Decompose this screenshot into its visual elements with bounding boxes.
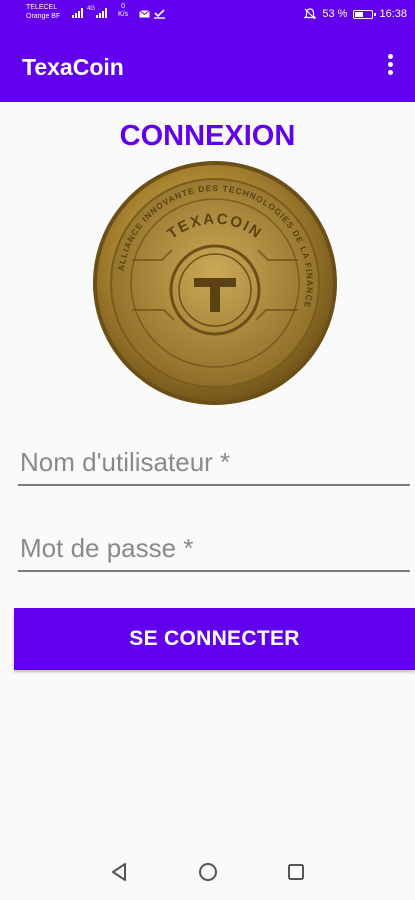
system-nav-bar <box>0 848 415 900</box>
app-title: TexaCoin <box>22 54 124 80</box>
more-vert-icon[interactable] <box>385 54 395 78</box>
network-type: 4G <box>87 6 96 12</box>
speed-value: 0 <box>121 3 126 10</box>
battery-icon <box>353 9 377 19</box>
status-right: 53 % 16:38 <box>304 8 407 20</box>
login-button[interactable]: SE CONNECTER <box>14 608 415 670</box>
app-bar: TexaCoin <box>0 30 415 102</box>
network-speed: 0 K/s <box>118 3 128 19</box>
password-field-wrapper <box>18 526 410 572</box>
battery-percent: 53 % <box>322 8 348 20</box>
mute-bell-icon <box>304 8 317 20</box>
home-circle-icon[interactable] <box>198 862 218 882</box>
username-input[interactable] <box>18 440 410 484</box>
signal-icon-1 <box>72 8 83 18</box>
page-title: CONNEXION <box>119 120 296 152</box>
username-field-wrapper <box>18 440 410 486</box>
status-bar: TELECEL Orange BF 4G 0 K/s 53 % 16:38 <box>0 0 415 30</box>
mail-icon <box>139 10 150 18</box>
texacoin-logo: ALLIANCE INNOVANTE DES TECHNOLOGIES DE L… <box>93 161 337 405</box>
clock: 16:38 <box>379 8 407 20</box>
recents-square-icon[interactable] <box>287 862 305 882</box>
carrier-1: TELECEL <box>26 4 58 11</box>
password-input[interactable] <box>18 526 410 570</box>
back-triangle-icon[interactable] <box>110 862 128 882</box>
signal-icon-2 <box>96 8 107 18</box>
carrier-2: Orange BF <box>26 13 61 20</box>
download-check-icon <box>154 9 165 19</box>
carrier-info: TELECEL Orange BF <box>26 3 60 21</box>
speed-unit: K/s <box>118 11 129 18</box>
